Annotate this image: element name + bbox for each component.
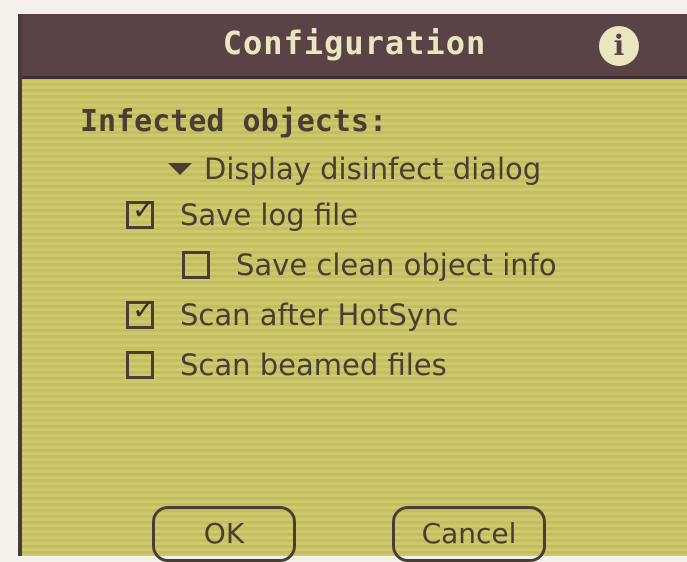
check-icon: ✓ bbox=[132, 293, 156, 326]
checkbox-label: Scan after HotSync bbox=[180, 298, 459, 332]
checkbox: ✓ bbox=[126, 196, 155, 229]
section-heading: Infected objects: bbox=[80, 104, 388, 139]
configuration-dialog: Configuration i Infected objects: Displa… bbox=[18, 14, 687, 562]
checkbox bbox=[126, 351, 154, 379]
save-clean-object-info-checkbox[interactable]: Save clean object info bbox=[182, 248, 557, 282]
cancel-button[interactable]: Cancel bbox=[392, 506, 546, 562]
save-log-file-checkbox[interactable]: ✓ Save log file bbox=[126, 196, 358, 232]
checkbox bbox=[182, 251, 210, 279]
check-icon: ✓ bbox=[132, 193, 156, 226]
checkbox-label: Scan beamed files bbox=[180, 348, 447, 382]
scan-after-hotsync-checkbox[interactable]: ✓ Scan after HotSync bbox=[126, 296, 459, 332]
checkbox-label: Save log file bbox=[180, 198, 358, 232]
info-icon[interactable]: i bbox=[599, 26, 639, 66]
triangle-down-icon bbox=[168, 163, 192, 175]
disinfect-dialog-popup[interactable]: Display disinfect dialog bbox=[168, 152, 541, 186]
checkbox-label: Save clean object info bbox=[236, 248, 557, 282]
ok-button[interactable]: OK bbox=[152, 506, 296, 562]
dialog-title: Configuration bbox=[222, 24, 487, 62]
checkbox: ✓ bbox=[126, 296, 155, 329]
title-bar: Configuration i bbox=[22, 14, 687, 79]
popup-label: Display disinfect dialog bbox=[204, 152, 542, 186]
scan-beamed-files-checkbox[interactable]: Scan beamed files bbox=[126, 348, 447, 382]
